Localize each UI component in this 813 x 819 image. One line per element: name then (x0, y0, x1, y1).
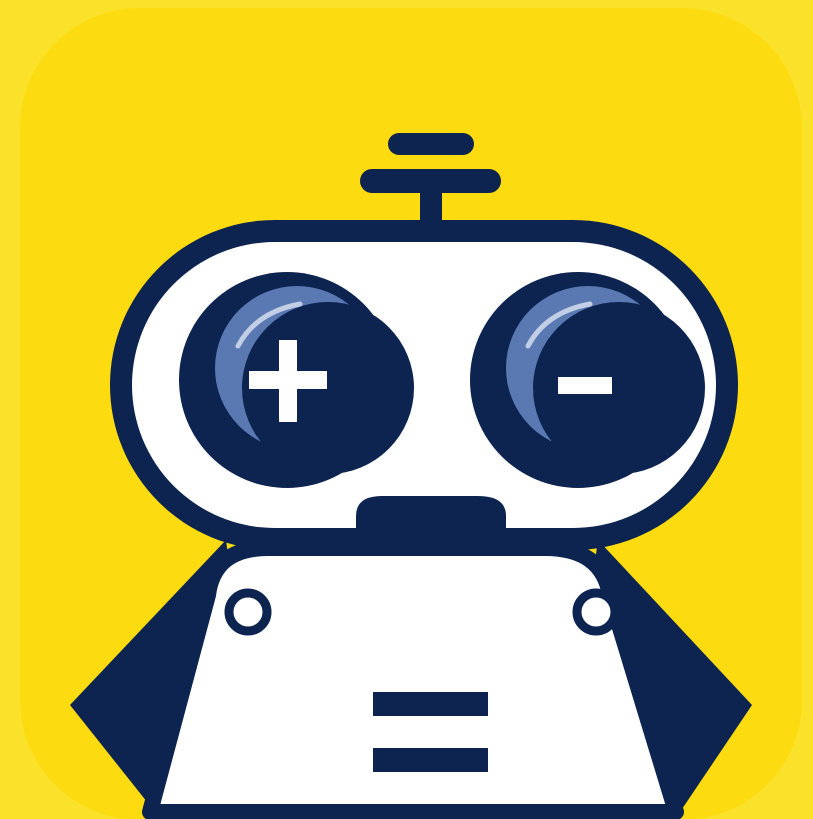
robot-app-icon (20, 8, 802, 819)
app-icon-canvas (0, 0, 813, 819)
right-bolt (572, 588, 620, 636)
mouth-tab (356, 496, 506, 548)
minus-icon (558, 377, 612, 394)
left-bolt (224, 588, 272, 636)
robot-body (142, 540, 684, 819)
